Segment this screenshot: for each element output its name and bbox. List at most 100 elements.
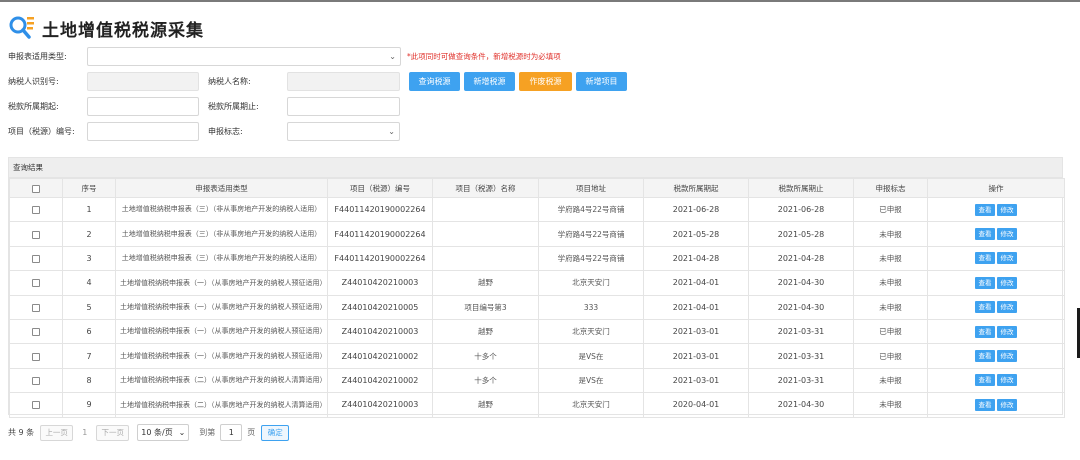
row-no: 4 bbox=[62, 270, 116, 296]
row-checkbox[interactable] bbox=[32, 303, 40, 312]
col-header-code: 项目（税源）编号 bbox=[327, 178, 433, 198]
view-button[interactable]: 查看 bbox=[975, 252, 995, 265]
page-size-select[interactable]: 10 条/页 ⌄ bbox=[137, 424, 190, 441]
row-end: 2021-04-30 bbox=[748, 270, 854, 296]
row-flag: 已申报 bbox=[853, 318, 928, 345]
void-source-button[interactable]: 作废税源 bbox=[519, 72, 572, 91]
current-page[interactable]: 1 bbox=[82, 428, 87, 437]
row-name bbox=[432, 221, 539, 247]
prev-page-button[interactable]: 上一页 bbox=[40, 424, 74, 441]
row-end: 2021-04-30 bbox=[748, 294, 854, 320]
row-checkbox[interactable] bbox=[32, 328, 40, 337]
edit-button[interactable]: 修改 bbox=[997, 276, 1017, 289]
row-end: 2021-03-31 bbox=[748, 367, 854, 394]
period-end-label: 税款所属期止: bbox=[208, 102, 259, 111]
row-no: 3 bbox=[62, 245, 116, 272]
row-no: 8 bbox=[62, 367, 116, 394]
row-actions: 查看 修改 bbox=[927, 270, 1065, 296]
query-source-button[interactable]: 查询税源 bbox=[409, 72, 460, 91]
taxpayer-id-input[interactable] bbox=[87, 72, 199, 91]
table-row: 4 土地增值税纳税申报表（一）（从事房地产开发的纳税人预征适用） Z440104… bbox=[9, 270, 1065, 296]
row-actions: 查看 修改 bbox=[927, 294, 1065, 320]
add-source-button[interactable]: 新增税源 bbox=[464, 72, 515, 91]
search-list-icon bbox=[9, 16, 34, 39]
view-button[interactable]: 查看 bbox=[975, 325, 995, 338]
row-code: F44011420190002264 bbox=[327, 196, 433, 223]
select-all-cell[interactable] bbox=[9, 178, 63, 198]
report-flag-select[interactable]: ⌄ bbox=[287, 122, 400, 141]
report-type-select[interactable]: ⌄ bbox=[87, 47, 401, 66]
edit-button[interactable]: 修改 bbox=[997, 398, 1017, 411]
top-border bbox=[0, 0, 1080, 2]
chevron-down-icon: ⌄ bbox=[389, 52, 396, 61]
row-start: 2021-03-01 bbox=[643, 367, 749, 394]
page-title: 土地增值税税源采集 bbox=[42, 20, 204, 41]
col-header-no: 序号 bbox=[62, 178, 116, 198]
row-checkbox[interactable] bbox=[32, 206, 40, 215]
row-no: 9 bbox=[62, 392, 116, 418]
row-address: 北京天安门 bbox=[538, 392, 644, 418]
row-type: 土地增值税纳税申报表（二）（从事房地产开发的纳税人清算适用） bbox=[115, 392, 328, 418]
project-code-input[interactable] bbox=[87, 122, 199, 141]
report-flag-label: 申报标志: bbox=[208, 127, 243, 136]
row-name: 十多个 bbox=[432, 343, 539, 369]
row-flag: 未申报 bbox=[853, 367, 928, 394]
goto-confirm-button[interactable]: 确定 bbox=[261, 424, 290, 441]
view-button[interactable]: 查看 bbox=[975, 301, 995, 314]
row-no: 1 bbox=[62, 196, 116, 223]
row-end: 2021-03-31 bbox=[748, 318, 854, 345]
row-start: 2021-06-28 bbox=[643, 196, 749, 223]
page-header: 土地增值税税源采集 bbox=[8, 12, 204, 44]
goto-page-input[interactable]: 1 bbox=[220, 424, 243, 441]
row-flag: 已申报 bbox=[853, 196, 928, 223]
row-end: 2021-03-31 bbox=[748, 343, 854, 369]
view-button[interactable]: 查看 bbox=[975, 374, 995, 387]
row-name: 越野 bbox=[432, 318, 539, 345]
row-type: 土地增值税纳税申报表（一）（从事房地产开发的纳税人预征适用） bbox=[115, 270, 328, 296]
edit-button[interactable]: 修改 bbox=[997, 350, 1017, 363]
table-row: 3 土地增值税纳税申报表（三）（非从事房地产开发的纳税人适用） F4401142… bbox=[9, 245, 1065, 272]
row-code: F44011420190002264 bbox=[327, 245, 433, 272]
results-heading: 查询结果 bbox=[9, 158, 1062, 178]
row-type: 土地增值税纳税申报表（一）（从事房地产开发的纳税人预征适用） bbox=[115, 318, 328, 345]
results-table: 序号 申报表适用类型 项目（税源）编号 项目（税源）名称 项目地址 税款所属期起… bbox=[9, 178, 1065, 418]
view-button[interactable]: 查看 bbox=[975, 350, 995, 363]
row-name: 十多个 bbox=[432, 367, 539, 394]
view-button[interactable]: 查看 bbox=[975, 228, 995, 241]
row-start: 2021-03-01 bbox=[643, 318, 749, 345]
edit-button[interactable]: 修改 bbox=[997, 301, 1017, 314]
row-checkbox[interactable] bbox=[32, 352, 40, 361]
taxpayer-name-input[interactable] bbox=[287, 72, 400, 91]
edit-button[interactable]: 修改 bbox=[997, 325, 1017, 338]
row-address: 学府路4号22号商铺 bbox=[538, 221, 644, 247]
period-start-label: 税款所属期起: bbox=[8, 102, 59, 111]
row-code: F44011420190002264 bbox=[327, 221, 433, 247]
col-header-name: 项目（税源）名称 bbox=[432, 178, 539, 198]
row-address: 学府路4号22号商铺 bbox=[538, 196, 644, 223]
row-code: Z44010420210003 bbox=[327, 392, 433, 418]
row-checkbox[interactable] bbox=[32, 279, 40, 288]
next-page-button[interactable]: 下一页 bbox=[96, 424, 130, 441]
row-checkbox[interactable] bbox=[32, 376, 40, 385]
row-checkbox[interactable] bbox=[32, 401, 40, 410]
row-no: 2 bbox=[62, 221, 116, 247]
row-actions: 查看 修改 bbox=[927, 196, 1065, 223]
edit-button[interactable]: 修改 bbox=[997, 252, 1017, 265]
edit-button[interactable]: 修改 bbox=[997, 228, 1017, 241]
period-start-input[interactable] bbox=[87, 97, 199, 116]
edit-button[interactable]: 修改 bbox=[997, 203, 1017, 216]
row-flag: 已申报 bbox=[853, 343, 928, 369]
row-no: 5 bbox=[62, 294, 116, 320]
select-all-checkbox[interactable] bbox=[32, 184, 40, 193]
add-project-button[interactable]: 新增项目 bbox=[576, 72, 627, 91]
view-button[interactable]: 查看 bbox=[975, 276, 995, 289]
period-end-input[interactable] bbox=[287, 97, 400, 116]
view-button[interactable]: 查看 bbox=[975, 203, 995, 216]
view-button[interactable]: 查看 bbox=[975, 398, 995, 411]
row-checkbox[interactable] bbox=[32, 254, 40, 263]
row-type: 土地增值税纳税申报表（三）（非从事房地产开发的纳税人适用） bbox=[115, 221, 328, 247]
edit-button[interactable]: 修改 bbox=[997, 374, 1017, 387]
row-checkbox[interactable] bbox=[32, 230, 40, 239]
row-end: 2021-05-28 bbox=[748, 221, 854, 247]
row-address: 是VS在 bbox=[538, 343, 644, 369]
